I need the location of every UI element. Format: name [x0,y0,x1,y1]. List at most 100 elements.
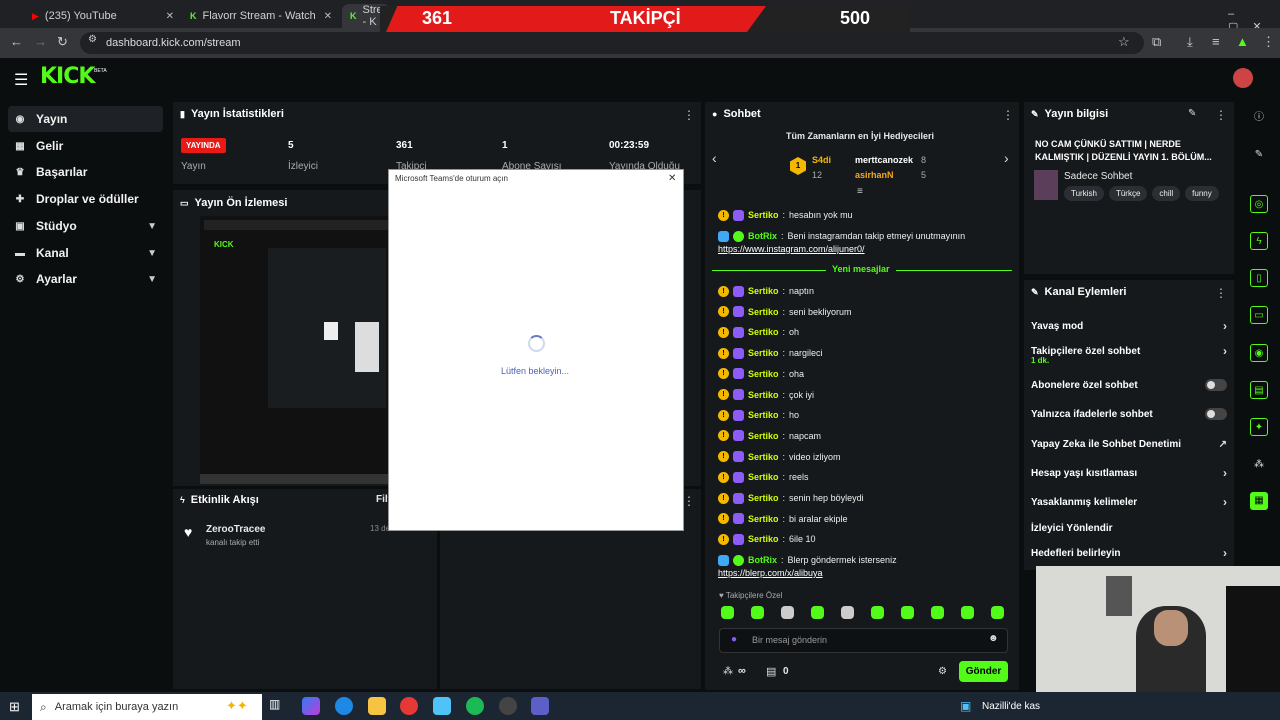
broadcast-icon[interactable]: ◉ [1250,344,1268,362]
emote-icon[interactable] [961,606,974,619]
download-icon[interactable]: ⤓ [1187,34,1193,50]
emote-icon[interactable] [811,606,824,619]
chat-link[interactable]: https://www.instagram.com/alijuner0/ [718,244,865,254]
settings-icon[interactable]: ⚙ [938,666,947,677]
action-account-age[interactable]: Hesap yaşı kısıtlaması › [1031,466,1227,480]
bookmark-icon[interactable]: ☆ [1118,34,1130,50]
chat-username[interactable]: Sertiko [748,514,779,524]
chat-username[interactable]: Sertiko [748,472,779,482]
tag[interactable]: funny [1185,186,1219,201]
kick-logo[interactable]: KICK [40,64,95,89]
chat-username[interactable]: Sertiko [748,493,779,503]
extensions-icon[interactable]: ⧉ [1152,34,1161,50]
action-banned-words[interactable]: Yasaklanmış kelimeler › [1031,495,1227,509]
avatar[interactable] [1233,68,1253,88]
action-slow-mode[interactable]: Yavaş mod › [1031,319,1227,333]
capture-icon[interactable]: ◎ [1250,195,1268,213]
more-options-icon[interactable]: ⋮ [683,108,695,122]
wrench-icon[interactable]: ✦ [1250,418,1268,436]
tag[interactable]: Türkçe [1108,186,1148,201]
layout-icon[interactable]: ▤ [1250,381,1268,399]
more-options-icon[interactable]: ⋮ [1215,108,1227,122]
chrome-icon[interactable] [400,697,418,715]
sidebar-item-gelir[interactable]: ▦ Gelir [8,133,163,159]
bolt-icon[interactable]: ϟ [1250,232,1268,250]
more-options-icon[interactable]: ⋮ [1215,286,1227,300]
phone-icon[interactable]: ▯ [1250,269,1268,287]
action-subs-only[interactable]: Abonelere özel sohbet [1031,378,1227,392]
copilot-icon[interactable] [302,697,320,715]
emote-icon[interactable] [751,606,764,619]
tab-youtube[interactable]: ▶ (235) YouTube ✕ [24,4,182,28]
emote-icon[interactable] [871,606,884,619]
sidebar-item-studyo[interactable]: ▣ Stüdyo ▼ [8,213,163,239]
sidebar-item-basarilar[interactable]: ♛ Başarılar [8,159,163,185]
stream-preview-video[interactable]: KICK [200,216,400,484]
category-thumbnail[interactable] [1034,170,1058,200]
close-icon[interactable]: ✕ [324,11,332,22]
extension-icon[interactable]: ▲ [1236,34,1249,49]
emote-icon[interactable] [901,606,914,619]
action-set-goals[interactable]: Hedefleri belirleyin › [1031,546,1227,560]
notepad-icon[interactable] [433,697,451,715]
emote-icon[interactable] [841,606,854,619]
send-button[interactable]: Gönder [959,661,1008,682]
chat-username[interactable]: Sertiko [748,410,779,420]
drag-icon[interactable]: ⁂ [1250,456,1268,474]
emote-icon[interactable] [991,606,1004,619]
site-info-icon[interactable]: ⚙ [88,34,97,45]
mic-icon[interactable]: ● [731,634,737,645]
windows-start-icon[interactable]: ⊞ [9,699,20,715]
emote-icon[interactable] [721,606,734,619]
tag[interactable]: chill [1152,186,1181,201]
teams-icon[interactable] [531,697,549,715]
expand-icon[interactable]: ≡ [857,186,863,197]
chat-username[interactable]: Sertiko [748,369,779,379]
task-view-icon[interactable]: ▥ [269,697,287,715]
next-icon[interactable]: › [1004,150,1009,166]
category-name[interactable]: Sadece Sohbet [1064,171,1132,182]
chat-username[interactable]: Sertiko [748,327,779,337]
edit-icon[interactable]: ✎ [1188,108,1196,119]
points-icon[interactable]: ⁂ [723,666,733,677]
chat-username[interactable]: Sertiko [748,286,779,296]
menu-icon[interactable]: ⋮ [1262,34,1275,50]
sidebar-item-droplar[interactable]: ✚ Droplar ve ödüller [8,186,163,212]
emote-icon[interactable] [931,606,944,619]
chat-username[interactable]: Sertiko [748,452,779,462]
gifter-name[interactable]: merttcanozek [855,155,913,165]
toggle-switch[interactable] [1205,408,1227,420]
gifter-name[interactable]: asirhanN [855,170,894,180]
url-input[interactable]: dashboard.kick.com/stream [80,32,1144,54]
chat-username[interactable]: Sertiko [748,348,779,358]
event-user[interactable]: ZerooTracee [206,524,265,535]
more-options-icon[interactable]: ⋮ [1002,108,1014,122]
close-icon[interactable]: ✕ [166,11,174,22]
obs-icon[interactable] [499,697,517,715]
tab-flavorr[interactable]: K Flavorr Stream - Watch Live on ✕ [182,4,340,28]
hamburger-icon[interactable]: ☰ [14,70,28,90]
action-ai-moderation[interactable]: Yapay Zeka ile Sohbet Denetimi ↗ [1031,437,1227,451]
action-followers-only[interactable]: Takipçilere özel sohbet › [1031,344,1227,358]
sidebar-item-yayin[interactable]: ◉ Yayın [8,106,163,132]
chat-username[interactable]: Sertiko [748,390,779,400]
chat-username[interactable]: Sertiko [748,431,779,441]
media-icon[interactable]: ≡ [1212,34,1220,49]
chat-username[interactable]: Sertiko [748,534,779,544]
file-explorer-icon[interactable] [368,697,386,715]
more-options-icon[interactable]: ⋮ [683,494,695,508]
chat-username[interactable]: Sertiko [748,307,779,317]
emoji-icon[interactable]: ☻ [988,633,999,644]
clapper-icon[interactable]: ▦ [1250,492,1268,510]
pen-icon[interactable]: ✎ [1250,146,1268,164]
action-emote-only[interactable]: Yalnızca ifadelerle sohbet [1031,407,1227,421]
prev-icon[interactable]: ‹ [712,150,717,166]
sidebar-item-kanal[interactable]: ▬ Kanal ▼ [8,240,163,266]
reload-icon[interactable]: ↻ [57,34,68,50]
tag[interactable]: Turkish [1064,186,1104,201]
chat-link[interactable]: https://blerp.com/x/alibuya [718,568,823,578]
emote-icon[interactable] [781,606,794,619]
sidebar-item-ayarlar[interactable]: ⚙ Ayarlar ▼ [8,266,163,292]
info-icon[interactable]: ⓘ [1250,109,1268,127]
chat-icon[interactable]: ▭ [1250,306,1268,324]
